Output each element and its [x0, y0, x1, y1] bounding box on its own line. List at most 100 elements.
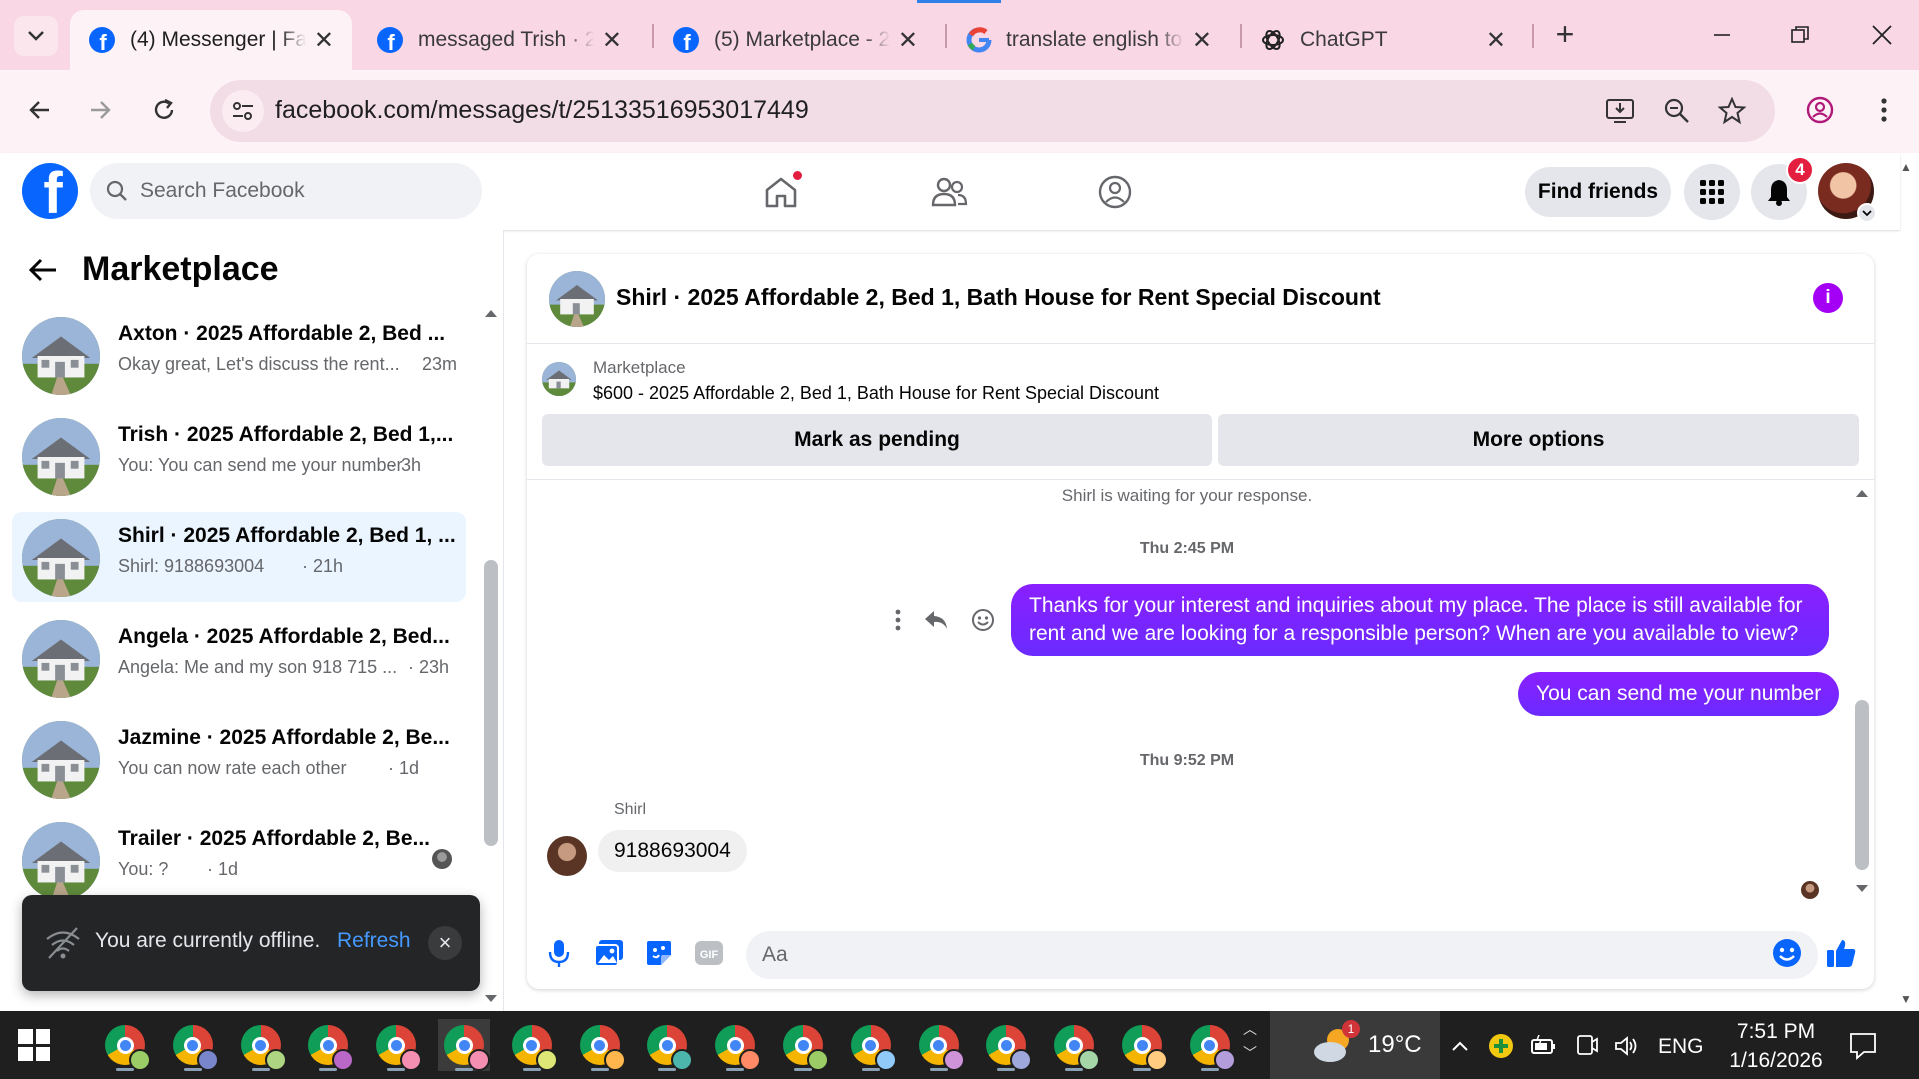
react-icon[interactable]: [971, 608, 995, 632]
scroll-up-icon[interactable]: [1855, 488, 1869, 498]
taskbar-chrome-app[interactable]: [99, 1019, 151, 1071]
tab-close-icon[interactable]: ✕: [602, 26, 622, 55]
taskbar-chrome-app[interactable]: [235, 1019, 287, 1071]
emoji-button[interactable]: [1769, 935, 1805, 971]
outgoing-message[interactable]: You can send me your number: [1518, 672, 1840, 716]
conversation-scrollbar[interactable]: [1855, 700, 1869, 870]
taskbar-chrome-app[interactable]: [777, 1019, 829, 1071]
address-bar[interactable]: facebook.com/messages/t/2513351695301744…: [210, 80, 1775, 142]
chat-list-item[interactable]: Jazmine · 2025 Affordable 2, Be... You ca…: [12, 714, 466, 804]
account-menu-button[interactable]: [1857, 203, 1877, 223]
more-actions-icon[interactable]: [895, 609, 901, 631]
menu-button[interactable]: [1684, 164, 1740, 220]
close-window-button[interactable]: [1852, 12, 1912, 58]
taskbar-chrome-app[interactable]: [1116, 1019, 1168, 1071]
incoming-message[interactable]: 9188693004: [598, 830, 747, 872]
chrome-menu-button[interactable]: [1862, 88, 1906, 132]
tray-app-icon[interactable]: [1488, 1033, 1514, 1059]
tab-marketplace[interactable]: f (5) Marketplace - 2 ✕: [654, 10, 936, 70]
restore-button[interactable]: [1770, 12, 1830, 58]
taskbar-chrome-app[interactable]: [641, 1019, 694, 1071]
tab-close-icon[interactable]: ✕: [1192, 26, 1212, 55]
tab-chatgpt[interactable]: ChatGPT ✕: [1242, 10, 1524, 70]
back-arrow-icon[interactable]: [28, 257, 58, 283]
tab-close-icon[interactable]: ✕: [898, 26, 918, 55]
message-input[interactable]: [746, 931, 1818, 979]
forward-button[interactable]: [78, 88, 122, 132]
bookmark-button[interactable]: [1715, 94, 1749, 128]
voice-clip-button[interactable]: [541, 935, 577, 971]
install-app-button[interactable]: [1603, 94, 1637, 128]
taskbar-chrome-app[interactable]: [913, 1019, 965, 1071]
chat-list-item[interactable]: Trailer · 2025 Affordable 2, Be... You: ?…: [12, 815, 466, 905]
chat-list-item[interactable]: Shirl · 2025 Affordable 2, Bed 1, ... Shi…: [12, 512, 466, 602]
facebook-logo[interactable]: f: [22, 163, 78, 219]
weather-widget[interactable]: 1 19°C: [1270, 1011, 1440, 1079]
profile-button[interactable]: [1798, 88, 1842, 132]
taskbar-chrome-app[interactable]: [506, 1019, 558, 1071]
tab-close-icon[interactable]: ✕: [1486, 26, 1506, 55]
tab-search-button[interactable]: [14, 16, 58, 56]
reply-icon[interactable]: [923, 609, 949, 631]
notification-center-button[interactable]: [1848, 1031, 1878, 1066]
taskbar-chrome-app[interactable]: [370, 1019, 423, 1071]
outgoing-message[interactable]: Thanks for your interest and inquiries a…: [1011, 584, 1829, 656]
mark-as-pending-button[interactable]: Mark as pending: [542, 414, 1212, 466]
chevron-down-icon[interactable]: ﹀: [1243, 1041, 1257, 1065]
search-input[interactable]: [140, 179, 460, 203]
chat-list-scrollbar[interactable]: [484, 560, 498, 846]
send-like-button[interactable]: [1823, 935, 1859, 971]
input-language[interactable]: ENG: [1658, 1035, 1704, 1059]
display-icon[interactable]: [1574, 1033, 1600, 1059]
conversation-avatar[interactable]: [549, 271, 605, 327]
nav-groups[interactable]: [1090, 167, 1140, 217]
new-tab-button[interactable]: +: [1545, 14, 1585, 54]
conversation-title[interactable]: Shirl · 2025 Affordable 2, Bed 1, Bath H…: [616, 284, 1381, 311]
refresh-button[interactable]: Refresh: [337, 929, 411, 953]
start-button[interactable]: [18, 1029, 50, 1061]
battery-icon[interactable]: [1530, 1033, 1556, 1059]
more-options-button[interactable]: More options: [1218, 414, 1859, 466]
close-toast-button[interactable]: ×: [428, 926, 462, 960]
taskbar-chrome-app[interactable]: [1184, 1019, 1236, 1071]
taskbar-chrome-app[interactable]: [1048, 1019, 1101, 1071]
page-scroll-down-icon[interactable]: ▼: [1900, 992, 1912, 1006]
conversation-info-button[interactable]: i: [1813, 283, 1843, 313]
nav-friends[interactable]: [924, 167, 974, 217]
gif-button[interactable]: GIF: [691, 935, 727, 971]
listing-thumbnail[interactable]: [542, 362, 576, 396]
scroll-up-icon[interactable]: [484, 308, 498, 318]
taskbar-chrome-app[interactable]: [574, 1019, 626, 1071]
taskbar-chrome-app[interactable]: [709, 1019, 762, 1071]
page-scroll-up-icon[interactable]: ▲: [1900, 160, 1912, 174]
volume-icon[interactable]: [1613, 1033, 1639, 1059]
chevron-up-icon[interactable]: ︿: [1243, 1017, 1257, 1041]
scroll-down-icon[interactable]: [1855, 884, 1869, 894]
chat-list-item[interactable]: Trish · 2025 Affordable 2, Bed 1,... You:…: [12, 411, 466, 501]
show-hidden-icons[interactable]: [1447, 1033, 1473, 1059]
taskbar-scroll[interactable]: ︿ ﹀: [1243, 1017, 1257, 1065]
site-info-button[interactable]: [222, 90, 264, 132]
facebook-search[interactable]: [90, 163, 482, 219]
back-button[interactable]: [18, 88, 62, 132]
taskbar-chrome-app[interactable]: [980, 1019, 1033, 1071]
chat-list-item[interactable]: Axton · 2025 Affordable 2, Bed ... Okay g…: [12, 310, 466, 400]
tab-close-icon[interactable]: ✕: [314, 26, 334, 55]
minimize-button[interactable]: [1692, 12, 1752, 58]
sticker-button[interactable]: [641, 935, 677, 971]
zoom-button[interactable]: [1660, 94, 1694, 128]
taskbar-chrome-app[interactable]: [167, 1019, 219, 1071]
url-text[interactable]: facebook.com/messages/t/2513351695301744…: [275, 96, 809, 125]
scroll-down-icon[interactable]: [484, 994, 498, 1004]
attach-photo-button[interactable]: [591, 935, 627, 971]
tab-messenger[interactable]: f (4) Messenger | Fa ✕: [70, 10, 352, 70]
taskbar-chrome-app[interactable]: [438, 1019, 490, 1071]
sender-avatar[interactable]: [547, 836, 587, 876]
chat-list-item[interactable]: Angela · 2025 Affordable 2, Bed... Angela…: [12, 613, 466, 703]
clock[interactable]: 7:51 PM 1/16/2026: [1726, 1017, 1826, 1075]
tab-messaged-trish[interactable]: f messaged Trish · 2 ✕: [358, 10, 640, 70]
taskbar-chrome-app[interactable]: [302, 1019, 355, 1071]
tab-translate[interactable]: translate english to ✕: [948, 10, 1230, 70]
taskbar-chrome-app[interactable]: [845, 1019, 897, 1071]
listing-title[interactable]: $600 - 2025 Affordable 2, Bed 1, Bath Ho…: [593, 383, 1159, 404]
